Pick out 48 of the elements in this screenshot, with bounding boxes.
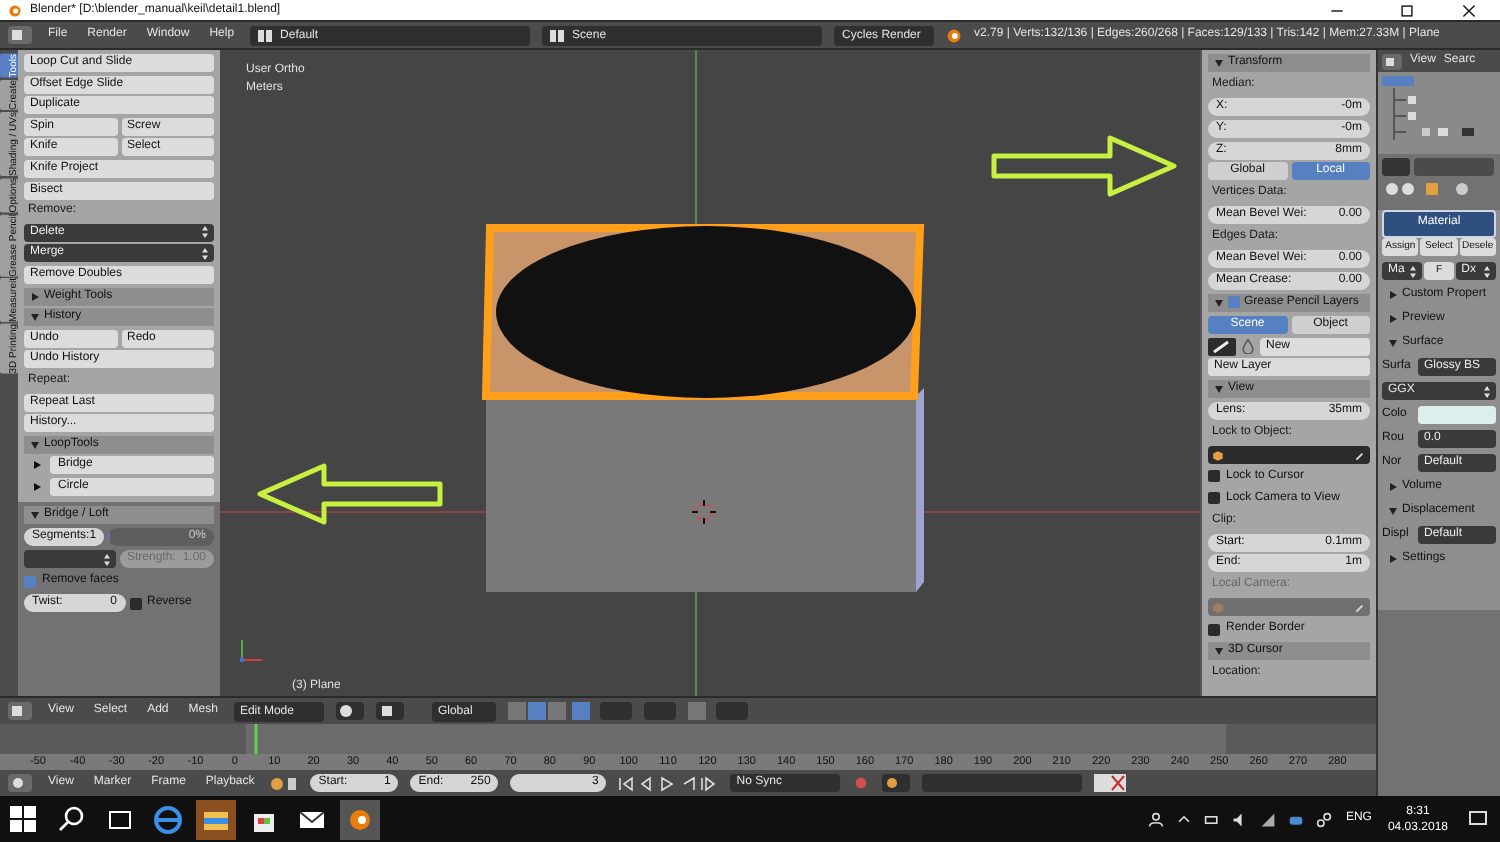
up-down-arrows-icon [1483, 265, 1490, 277]
object-field[interactable] [1208, 446, 1370, 465]
shading-icon[interactable] [335, 702, 364, 720]
close-icon[interactable] [1462, 3, 1476, 17]
editor-type-icon[interactable] [8, 774, 32, 792]
editor-type-icon[interactable] [8, 702, 32, 720]
network-icon[interactable] [1259, 811, 1276, 827]
keying-set-icon[interactable] [882, 774, 911, 792]
3d-cursor-icon [692, 500, 716, 524]
checkbox[interactable] [129, 597, 141, 609]
droplet-icon[interactable] [1240, 338, 1256, 355]
eyedropper-icon [1354, 601, 1366, 614]
keyframe-icons[interactable] [270, 775, 299, 791]
checkbox[interactable] [24, 575, 36, 587]
up-down-arrows-icon [202, 247, 208, 260]
playback-controls-icon[interactable] [618, 775, 719, 791]
editor-type-icon[interactable] [1382, 53, 1402, 69]
pencil-icon[interactable] [1208, 337, 1236, 356]
up-down-arrows-icon [1410, 265, 1417, 277]
eyedropper-icon [1354, 449, 1366, 462]
editor-type-icon[interactable] [8, 26, 32, 44]
up-down-arrows-icon [1484, 385, 1490, 397]
checkbox[interactable] [1228, 296, 1240, 309]
notification-icon[interactable] [1468, 809, 1488, 829]
caret-up-icon[interactable] [1175, 811, 1192, 827]
checkbox[interactable] [1208, 623, 1220, 636]
folder-icon[interactable] [196, 799, 236, 839]
layout-icon [550, 29, 565, 41]
pivot-icon[interactable] [375, 702, 404, 720]
speaker-icon[interactable] [1231, 811, 1248, 827]
keyframe-insert-icon[interactable] [1094, 774, 1127, 792]
color-swatch[interactable] [1418, 406, 1496, 424]
up-down-arrows-icon [103, 553, 109, 565]
battery-icon[interactable] [1203, 811, 1220, 827]
keying-set-field[interactable] [922, 774, 1083, 792]
checkbox[interactable] [1208, 470, 1220, 483]
blender-logo-icon[interactable] [340, 799, 380, 839]
layout-icon [258, 29, 273, 41]
up-down-arrows-icon [202, 226, 208, 239]
network-share-icon[interactable] [1315, 811, 1332, 827]
axis-gizmo-icon [236, 634, 268, 666]
cube-icon [1212, 449, 1224, 462]
cloud-icon[interactable] [1287, 811, 1304, 827]
cube-icon [1212, 601, 1224, 614]
person-icon[interactable] [1147, 811, 1164, 827]
blender-logo-icon [946, 27, 963, 43]
maximize-icon[interactable] [1400, 3, 1414, 17]
checkbox[interactable] [1208, 492, 1220, 505]
